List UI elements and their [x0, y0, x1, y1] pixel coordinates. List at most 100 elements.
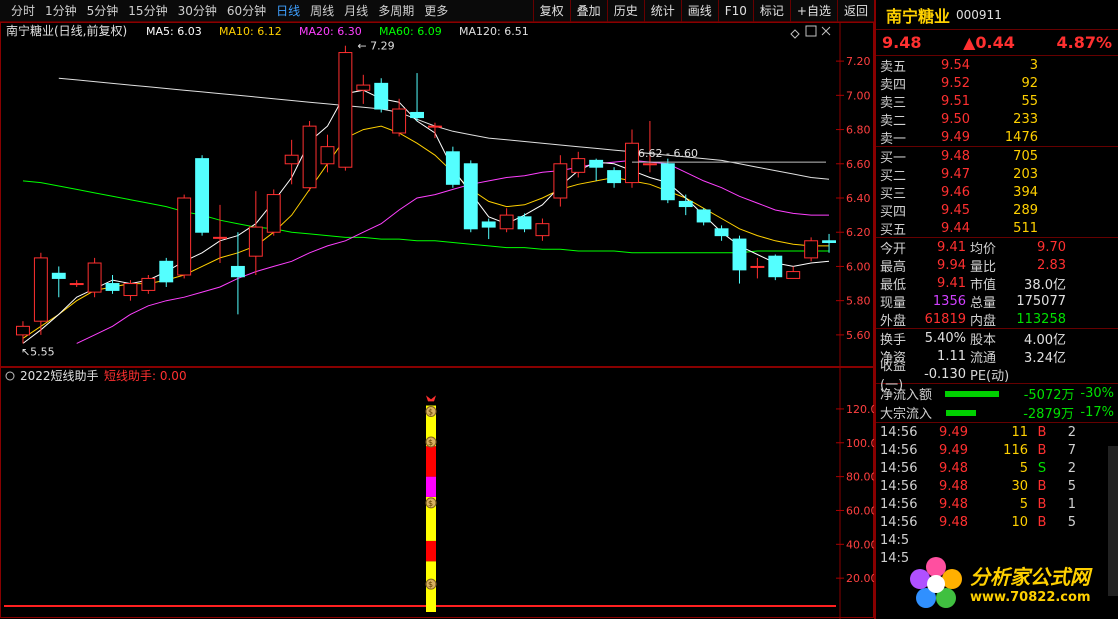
close-icon[interactable] [821, 26, 831, 36]
candle-body[interactable] [141, 277, 156, 291]
kline-chart[interactable]: 7.20 7.00 6.80 6.60 6.40 6.20 6.00 5.80 5.60 6.62… [0, 22, 885, 619]
tick-side: B [1037, 424, 1047, 440]
indicator-segment [426, 446, 436, 477]
candle-body[interactable] [571, 158, 586, 173]
toolbar-button[interactable]: +自选 [789, 0, 837, 22]
candle-body[interactable] [105, 283, 120, 291]
candle-body[interactable] [320, 146, 335, 165]
candle-body[interactable] [159, 260, 174, 283]
chart-area[interactable]: 7.20 7.00 6.80 6.60 6.40 6.20 6.00 5.80 5.60 6.62… [0, 22, 885, 619]
tick-price: 9.49 [939, 442, 968, 458]
candle-body[interactable] [732, 238, 747, 271]
diamond-icon[interactable] [790, 29, 800, 39]
stat-value: 9.94 [937, 257, 966, 273]
candle-body[interactable] [481, 221, 496, 228]
candle-body[interactable] [230, 265, 245, 278]
toolbar-button[interactable]: 返回 [836, 0, 874, 22]
asks-row: 卖三 9.51 55 [876, 92, 1118, 111]
maximize-icon[interactable] [805, 25, 817, 37]
quote-panel: 南宁糖业 000911 9.48 ▲0.44 4.87% 卖五 9.54 3 卖四 9.… [874, 0, 1118, 619]
toolbar-button[interactable]: 叠加 [569, 0, 607, 22]
period-tab[interactable]: 月线 [339, 0, 373, 22]
candle-body[interactable] [356, 84, 371, 91]
candle-body[interactable] [589, 159, 604, 168]
tick-count: 7 [1067, 442, 1076, 458]
toolbar-button[interactable]: 画线 [680, 0, 718, 22]
candle-body[interactable] [750, 265, 765, 268]
candle-body[interactable] [607, 170, 622, 184]
stat-value: -0.130 [924, 366, 966, 382]
toolbar-button[interactable]: 历史 [606, 0, 644, 22]
tick-count: 5 [1067, 478, 1076, 494]
candle-body[interactable] [374, 82, 389, 110]
candle-body[interactable] [213, 236, 227, 239]
candle-body[interactable] [714, 228, 729, 237]
stock-code: 000911 [956, 7, 1002, 22]
candle-body[interactable] [463, 163, 478, 230]
candle-body[interactable] [822, 240, 836, 243]
candle-body[interactable] [625, 142, 639, 184]
tick-list[interactable]: 14:56 9.49 11 B 2 14:56 9.49 116 B 7 14:56 9.48 5 S 2 1… [876, 422, 1118, 567]
stat-label: 量比 [970, 259, 997, 275]
candle-body[interactable] [87, 262, 102, 293]
candle-body[interactable] [786, 271, 801, 279]
candle-body[interactable] [195, 158, 210, 233]
candle-body[interactable] [678, 200, 693, 208]
candle-body[interactable] [177, 197, 192, 276]
ma-legend: MA120: 6.51 [459, 25, 529, 38]
candle-body[interactable] [553, 163, 568, 199]
period-tab[interactable]: 1分钟 [40, 0, 82, 22]
period-tab[interactable]: 更多 [419, 0, 453, 22]
stat-value: 9.41 [937, 275, 966, 291]
period-tab[interactable]: 日线 [271, 0, 305, 22]
candle-body[interactable] [768, 255, 783, 278]
period-tab[interactable]: 30分钟 [173, 0, 222, 22]
candle-body[interactable] [69, 283, 84, 286]
period-tab[interactable]: 分时 [6, 0, 40, 22]
candle-body[interactable] [499, 214, 514, 230]
tick-price: 9.48 [939, 514, 968, 530]
candle-body[interactable] [302, 125, 317, 189]
period-tab[interactable]: 5分钟 [82, 0, 124, 22]
toolbar-button[interactable]: 标记 [752, 0, 790, 22]
sub-chart-title: 2022短线助手 [20, 369, 99, 383]
period-tab[interactable]: 多周期 [373, 0, 419, 22]
toolbar-button[interactable]: 复权 [532, 0, 570, 22]
candle-body[interactable] [392, 108, 407, 134]
candle-body[interactable] [428, 125, 442, 128]
tick-count: 2 [1067, 424, 1076, 440]
bids-row: 买一 9.48 705 [876, 147, 1118, 166]
toolbar-button[interactable]: 统计 [643, 0, 681, 22]
toolbar-button[interactable]: F10 [717, 0, 753, 22]
candle-body[interactable] [642, 163, 657, 166]
candle-body[interactable] [696, 209, 711, 223]
candle-body[interactable] [123, 283, 138, 297]
order-volume: 1476 [1004, 129, 1038, 145]
period-tab[interactable]: 60分钟 [222, 0, 271, 22]
low-price-label: ↖5.55 [21, 345, 55, 358]
candle-body[interactable] [804, 240, 819, 259]
candle-body[interactable] [284, 154, 299, 165]
order-price: 9.48 [941, 148, 970, 164]
y-tick-label: 6.60 [846, 158, 871, 171]
stat-value: 4.00亿 [1024, 332, 1066, 348]
candle-body[interactable] [660, 163, 675, 201]
ma10-line [22, 125, 829, 339]
candle-body[interactable] [410, 111, 424, 119]
candle-body[interactable] [338, 52, 353, 168]
collapse-icon[interactable] [5, 371, 15, 381]
candle-body[interactable] [248, 226, 263, 257]
candle-body[interactable] [16, 325, 30, 336]
asks-row: 卖二 9.50 233 [876, 110, 1118, 129]
period-tab[interactable]: 15分钟 [123, 0, 172, 22]
candle-body[interactable] [33, 257, 48, 322]
tick-time: 14:56 [880, 424, 918, 440]
period-tab[interactable]: 周线 [305, 0, 339, 22]
candle-body[interactable] [535, 223, 550, 237]
candle-body[interactable] [445, 151, 460, 185]
candle-body[interactable] [517, 216, 532, 230]
order-price: 9.50 [941, 111, 970, 127]
candle-body[interactable] [266, 194, 281, 233]
order-volume: 203 [1013, 166, 1038, 182]
candle-body[interactable] [51, 272, 66, 279]
